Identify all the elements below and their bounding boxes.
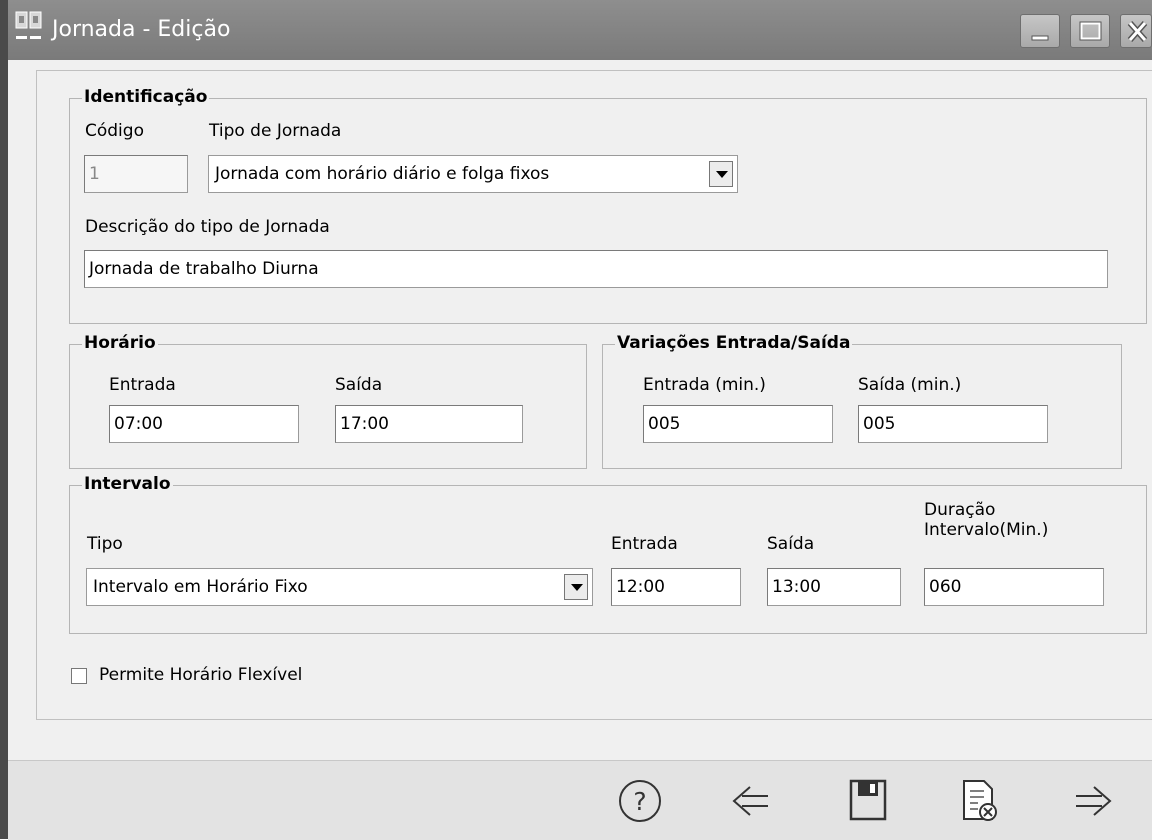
duracao-label: Duração Intervalo(Min.) (924, 500, 1048, 540)
tipo-jornada-label: Tipo de Jornada (209, 121, 342, 141)
title-bar[interactable]: Jornada - Edição (8, 0, 1152, 60)
intervalo-entrada-field[interactable]: 12:00 (611, 568, 741, 606)
horario-saida-field[interactable]: 17:00 (335, 405, 523, 443)
intervalo-title: Intervalo (82, 474, 173, 494)
back-button[interactable] (724, 773, 776, 829)
cancel-document-icon (963, 780, 997, 821)
descricao-label: Descrição do tipo de Jornada (85, 217, 330, 237)
intervalo-entrada-label: Entrada (611, 534, 678, 554)
duracao-label-line2: Intervalo(Min.) (924, 520, 1049, 540)
horario-entrada-label: Entrada (109, 375, 176, 395)
horario-entrada-field[interactable]: 07:00 (109, 405, 299, 443)
footer-toolbar: ? (8, 760, 1152, 840)
variacoes-saida-label: Saída (min.) (858, 375, 962, 395)
back-arrow-icon (732, 786, 768, 816)
tipo-jornada-value: Jornada com horário diário e folga fixos (215, 164, 550, 184)
save-button[interactable] (842, 773, 894, 829)
help-button[interactable]: ? (614, 773, 666, 829)
intervalo-group: Intervalo Tipo Intervalo em Horário Fixo… (69, 474, 1147, 634)
maximize-icon (1079, 21, 1102, 41)
identificacao-group: Identificação Código Tipo de Jornada 1 J… (69, 87, 1147, 324)
close-icon (1127, 21, 1148, 42)
tipo-jornada-select[interactable]: Jornada com horário diário e folga fixos (208, 155, 738, 193)
save-icon (849, 779, 887, 821)
variacoes-saida-field[interactable]: 005 (858, 405, 1048, 443)
horario-group: Horário Entrada 07:00 Saída 17:00 (69, 333, 587, 469)
window-title: Jornada - Edição (52, 17, 231, 42)
descricao-field[interactable]: Jornada de trabalho Diurna (84, 250, 1108, 288)
chevron-down-icon[interactable] (709, 161, 733, 187)
forward-button[interactable] (1068, 773, 1120, 829)
maximize-button[interactable] (1070, 14, 1110, 48)
chevron-down-icon[interactable] (564, 574, 588, 600)
cancel-button[interactable] (954, 773, 1006, 829)
forward-arrow-icon (1076, 786, 1112, 816)
minimize-button[interactable] (1020, 14, 1060, 48)
horario-flexivel-checkbox[interactable] (71, 668, 87, 684)
intervalo-tipo-select[interactable]: Intervalo em Horário Fixo (86, 568, 593, 606)
intervalo-saida-label: Saída (767, 534, 815, 554)
form-panel: Identificação Código Tipo de Jornada 1 J… (36, 70, 1152, 720)
intervalo-tipo-label: Tipo (87, 534, 123, 554)
intervalo-saida-field[interactable]: 13:00 (767, 568, 901, 606)
horario-title: Horário (82, 333, 158, 353)
variacoes-group: Variações Entrada/Saída Entrada (min.) 0… (602, 333, 1122, 469)
minimize-icon (1031, 35, 1049, 41)
intervalo-tipo-value: Intervalo em Horário Fixo (93, 577, 308, 597)
variacoes-entrada-label: Entrada (min.) (643, 375, 766, 395)
identificacao-title: Identificação (82, 87, 210, 107)
form-area: Identificação Código Tipo de Jornada 1 J… (8, 60, 1152, 760)
horario-saida-label: Saída (335, 375, 383, 395)
variacoes-title: Variações Entrada/Saída (615, 333, 853, 353)
codigo-field[interactable]: 1 (84, 155, 188, 193)
close-button[interactable] (1120, 14, 1152, 48)
svg-text:?: ? (633, 787, 646, 816)
codigo-label: Código (85, 121, 144, 141)
duracao-label-line1: Duração (924, 500, 996, 520)
window: Jornada - Edição Identificação Código Ti… (0, 0, 1152, 840)
variacoes-entrada-field[interactable]: 005 (643, 405, 833, 443)
horario-flexivel-label[interactable]: Permite Horário Flexível (99, 665, 302, 685)
help-icon: ? (619, 780, 661, 822)
app-icon (14, 10, 46, 48)
duracao-field[interactable]: 060 (924, 568, 1104, 606)
